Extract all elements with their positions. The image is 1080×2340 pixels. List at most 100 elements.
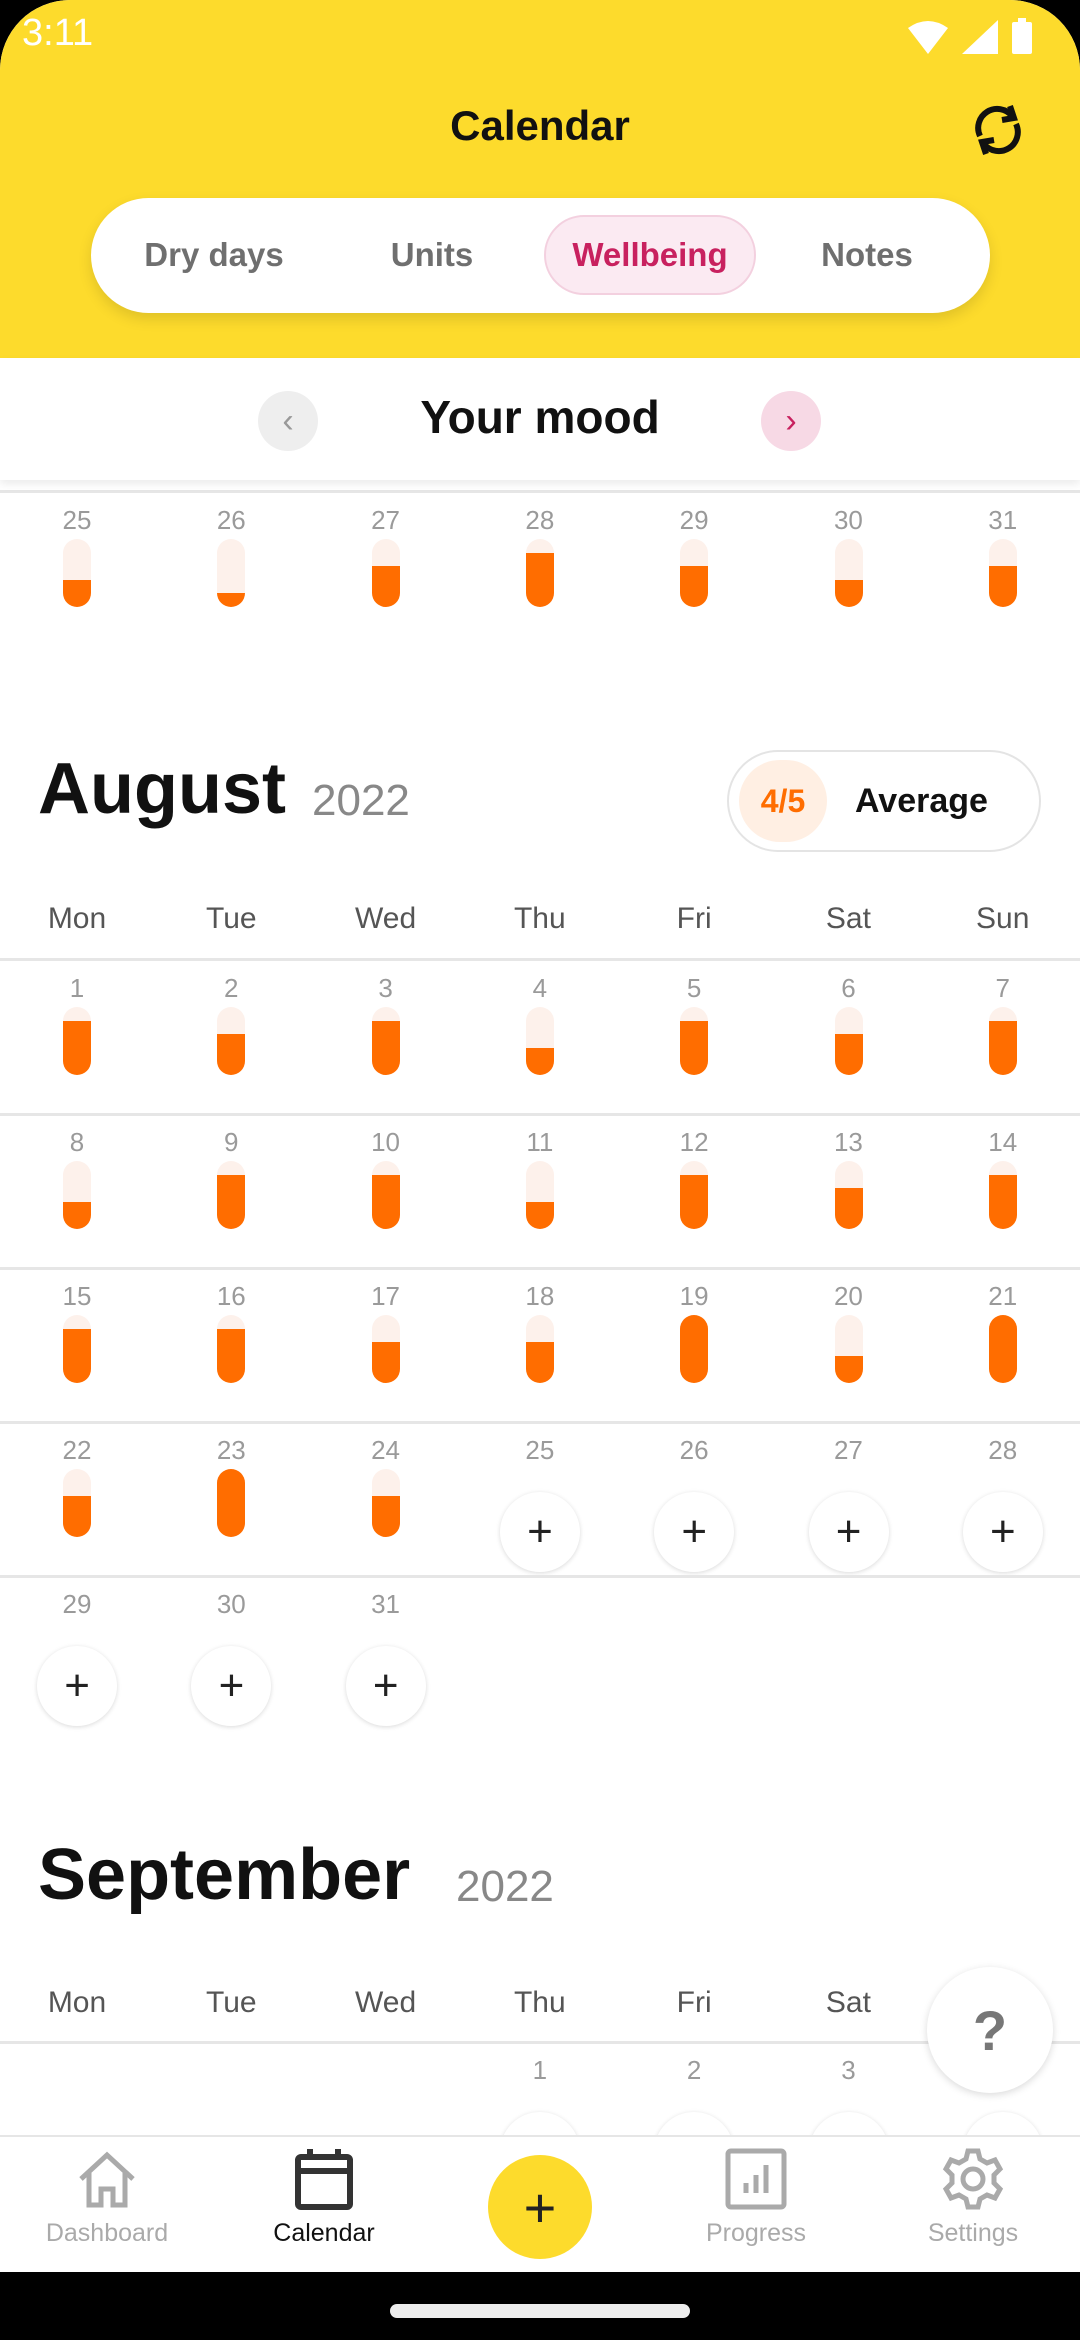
mood-fill — [217, 1469, 246, 1537]
divider — [0, 1421, 1080, 1424]
mood-level-9[interactable] — [217, 1161, 246, 1229]
mood-fill — [217, 1034, 246, 1075]
calendar-icon — [295, 2149, 353, 2210]
add-mood-button[interactable]: + — [37, 1646, 118, 1726]
battery-icon — [1012, 18, 1032, 54]
mood-fill — [371, 1174, 400, 1229]
mood-level-27[interactable] — [371, 539, 400, 607]
day-number: 11 — [526, 1127, 554, 1157]
mood-level-7[interactable] — [988, 1007, 1017, 1075]
mood-level-10[interactable] — [371, 1161, 400, 1229]
day-number: 28 — [525, 505, 555, 535]
day-number: 6 — [841, 973, 856, 1003]
add-mood-button[interactable]: + — [191, 1646, 272, 1726]
weekday-label: Thu — [513, 902, 566, 935]
mood-level-19[interactable] — [680, 1315, 709, 1383]
weekday-label: Sun — [976, 902, 1030, 935]
calendar-screen: 3:11 Calendar Dry days Units Wellbeing N… — [0, 0, 1080, 2340]
weekday-label: Mon — [47, 1986, 107, 2019]
day-number: 17 — [371, 1281, 401, 1311]
add-mood-button[interactable]: + — [808, 1492, 889, 1572]
day-number: 27 — [833, 1435, 863, 1465]
mood-level-18[interactable] — [526, 1315, 554, 1383]
day-number: 4 — [532, 973, 548, 1003]
help-button[interactable]: ? — [927, 1967, 1053, 2093]
add-entry-button[interactable]: + — [488, 2155, 592, 2259]
mood-level-8[interactable] — [63, 1161, 92, 1229]
day-number: 30 — [833, 505, 863, 535]
mood-level-29[interactable] — [680, 539, 709, 607]
mood-level-14[interactable] — [988, 1161, 1017, 1229]
day-number: 12 — [679, 1127, 709, 1157]
mood-fill — [834, 1355, 863, 1383]
weekday-label: Tue — [205, 1986, 257, 2019]
add-mood-button[interactable]: + — [654, 1492, 735, 1572]
mood-fill — [217, 1328, 246, 1383]
day-number: 2 — [224, 973, 239, 1003]
weekday-label: Mon — [47, 902, 107, 935]
nav-progress[interactable]: Progress — [661, 2147, 851, 2267]
mood-level-28[interactable] — [526, 539, 554, 607]
home-indicator[interactable] — [390, 2304, 690, 2318]
day-number: 31 — [371, 1589, 401, 1619]
nav-dashboard[interactable]: Dashboard — [12, 2147, 202, 2267]
add-mood-button[interactable]: + — [345, 1646, 426, 1726]
mood-level-25[interactable] — [63, 539, 92, 607]
sync-icon[interactable] — [966, 98, 1030, 162]
mood-fill — [526, 1201, 554, 1229]
mood-fill — [680, 1315, 709, 1383]
average-label: Average — [855, 782, 988, 820]
mood-level-2[interactable] — [217, 1007, 246, 1075]
mood-fill — [680, 566, 709, 607]
day-number: 26 — [679, 1435, 709, 1465]
mood-level-4[interactable] — [526, 1007, 554, 1075]
tab-notes[interactable]: Notes — [761, 215, 973, 295]
day-number: 22 — [62, 1435, 92, 1465]
mood-level-12[interactable] — [680, 1161, 709, 1229]
mood-level-26[interactable] — [217, 539, 246, 607]
mood-level-5[interactable] — [680, 1007, 709, 1075]
mood-level-15[interactable] — [63, 1315, 92, 1383]
nav-settings[interactable]: Settings — [878, 2147, 1068, 2267]
day-number: 24 — [371, 1435, 401, 1465]
next-metric-button[interactable]: › — [761, 391, 821, 451]
mood-fill — [526, 1342, 554, 1383]
add-mood-button[interactable]: + — [500, 1492, 580, 1572]
nav-label: Dashboard — [45, 2219, 169, 2247]
tab-wellbeing[interactable]: Wellbeing — [544, 215, 756, 295]
nav-calendar[interactable]: Calendar — [229, 2147, 419, 2267]
mood-level-3[interactable] — [371, 1007, 400, 1075]
mood-level-6[interactable] — [834, 1007, 863, 1075]
tab-units[interactable]: Units — [326, 215, 538, 295]
mood-level-23[interactable] — [217, 1469, 246, 1537]
mood-fill — [371, 1496, 400, 1537]
weekday-label: Fri — [676, 902, 712, 935]
day-number: 30 — [216, 1589, 246, 1619]
mood-fill — [526, 1047, 554, 1075]
mood-level-16[interactable] — [217, 1315, 246, 1383]
mood-level-30[interactable] — [834, 539, 863, 607]
mood-level-21[interactable] — [988, 1315, 1017, 1383]
day-number: 5 — [686, 973, 702, 1003]
mood-fill — [63, 1328, 92, 1383]
mood-level-24[interactable] — [371, 1469, 400, 1537]
mood-level-17[interactable] — [371, 1315, 400, 1383]
average-badge: 4/5 Average — [727, 750, 1041, 852]
mood-level-22[interactable] — [63, 1469, 92, 1537]
mood-level-11[interactable] — [526, 1161, 554, 1229]
day-number: 20 — [833, 1281, 863, 1311]
day-number: 19 — [679, 1281, 709, 1311]
nav-label: Calendar — [273, 2219, 375, 2247]
weekday-label: Thu — [513, 1986, 566, 2019]
mood-level-13[interactable] — [834, 1161, 863, 1229]
mood-fill — [217, 593, 246, 607]
mood-level-31[interactable] — [988, 539, 1017, 607]
chart-icon — [725, 2148, 787, 2210]
divider — [0, 1575, 1080, 1578]
mood-fill — [63, 579, 92, 607]
mood-level-1[interactable] — [63, 1007, 92, 1075]
add-mood-button[interactable]: + — [962, 1492, 1043, 1572]
mood-level-20[interactable] — [834, 1315, 863, 1383]
month-year: 2022 — [456, 1862, 554, 1911]
tab-dry-days[interactable]: Dry days — [108, 215, 320, 295]
